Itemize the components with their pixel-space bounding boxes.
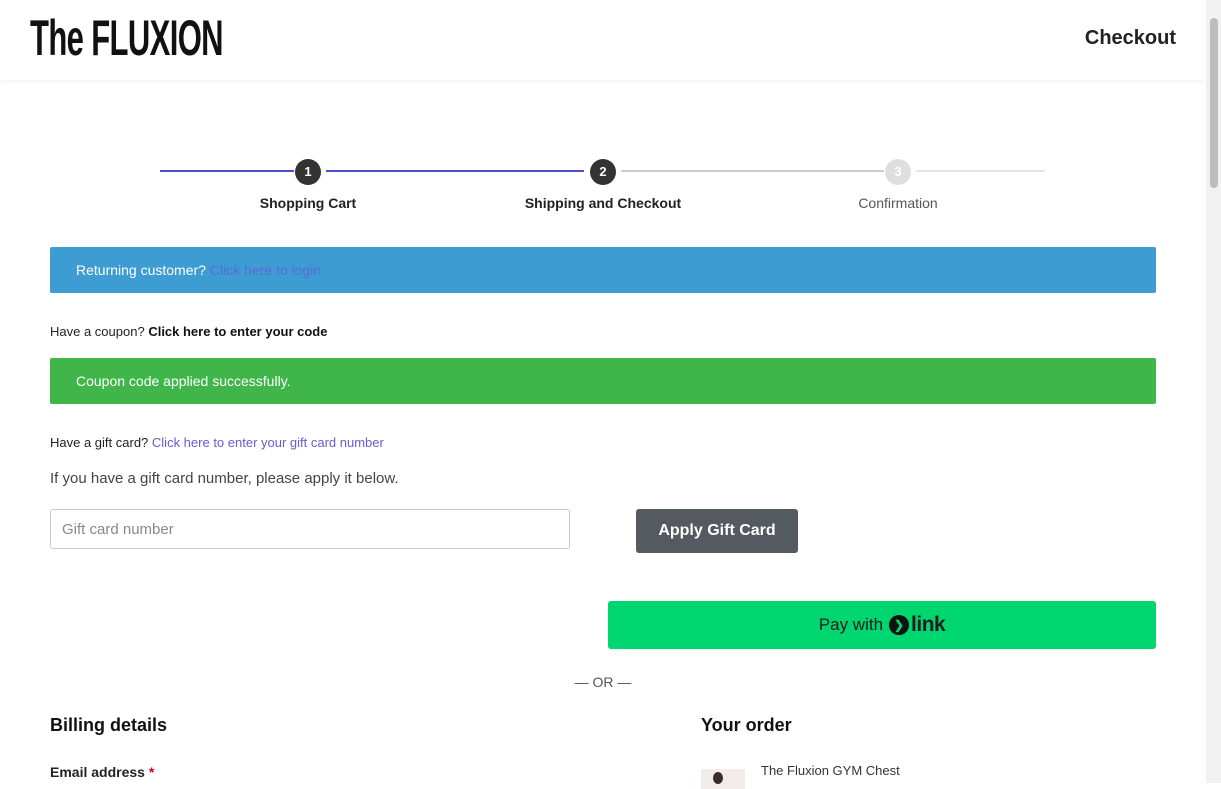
link-brand-text: link [911,613,946,636]
progress-line-2 [326,170,584,172]
apply-gift-card-button[interactable]: Apply Gift Card [636,509,798,553]
step-2-label: Shipping and Checkout [524,195,682,211]
scrollbar-thumb[interactable] [1210,18,1218,188]
login-link[interactable]: Click here to login [210,262,321,278]
product-name: The Fluxion GYM Chest [761,763,900,778]
chevron-right-icon: ❯ [889,615,910,635]
page-title: Checkout [1084,27,1176,49]
returning-customer-notice: Returning customer? Click here to login [50,247,1156,293]
gift-card-link[interactable]: Click here to enter your gift card numbe… [152,435,384,450]
step-1-circle: 1 [295,159,321,185]
product-thumbnail [701,769,745,789]
gift-card-input[interactable] [50,509,570,549]
coupon-link[interactable]: Click here to enter your code [148,324,327,339]
progress-line-4 [916,170,1045,172]
coupon-prompt-text: Have a coupon? [50,324,145,339]
your-order-title: Your order [701,715,792,735]
step-2-circle: 2 [590,159,616,185]
or-divider: — OR — [574,674,632,690]
gift-card-prompt-text: Have a gift card? [50,435,149,450]
pay-with-text: Pay with [818,615,884,634]
coupon-prompt: Have a coupon? Click here to enter your … [50,324,327,339]
site-logo[interactable]: The FLUXION [30,10,224,66]
product-image-figure [713,772,723,784]
pay-with-link-button[interactable]: Pay with ❯ link [608,601,1156,649]
coupon-success-notice: Coupon code applied successfully. [50,358,1156,404]
billing-details-title: Billing details [50,715,168,735]
gift-card-prompt: Have a gift card? Click here to enter yo… [50,435,384,450]
checkout-progress: 1 2 3 Shopping Cart Shipping and Checkou… [160,155,1045,215]
step-3-label: Confirmation [858,195,938,211]
progress-line-3 [621,170,884,172]
step-3-circle: 3 [885,159,911,185]
email-label-text: Email address [50,764,145,780]
progress-line-1 [160,170,294,172]
gift-card-hint: If you have a gift card number, please a… [50,470,399,487]
site-header: The FLUXION Checkout [0,0,1206,80]
returning-customer-text: Returning customer? [76,262,206,278]
email-label: Email address * [50,764,154,780]
vertical-scrollbar[interactable] [1206,0,1221,783]
step-1-label: Shopping Cart [259,195,357,211]
required-mark: * [148,764,155,780]
